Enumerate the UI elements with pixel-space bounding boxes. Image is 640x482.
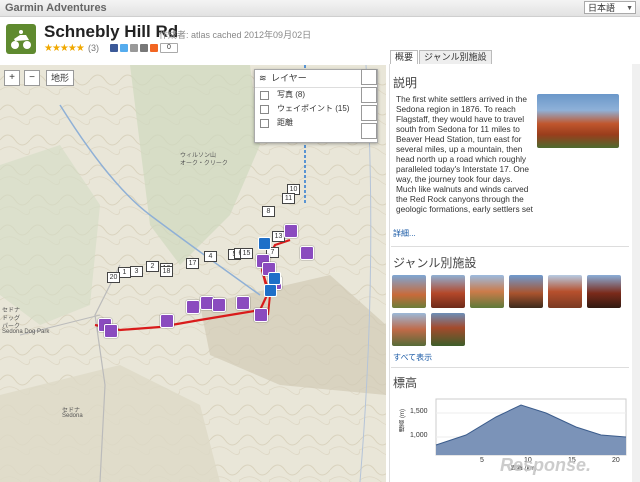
thumbnail[interactable]	[470, 275, 504, 308]
flag-marker-icon[interactable]	[300, 246, 314, 260]
add-icon[interactable]	[150, 44, 158, 52]
tab-bar: 概要 ジャンル別施設	[390, 50, 493, 64]
waypoint-marker[interactable]: 17	[186, 258, 199, 269]
map-side-tools	[361, 69, 377, 141]
rating-count: (3)	[88, 43, 99, 53]
zoom-in-button[interactable]: +	[4, 70, 20, 86]
divider	[391, 246, 629, 247]
y-tick: 1,500	[410, 408, 428, 415]
route-photo[interactable]	[537, 94, 619, 148]
email-icon[interactable]	[130, 44, 138, 52]
layer-label: 写真 (8)	[277, 90, 305, 99]
thumbnail[interactable]	[392, 275, 426, 308]
rating-stars[interactable]: ★★★★★	[44, 43, 85, 54]
share-bar: 0	[110, 43, 178, 53]
place-label: オーク・クリーク	[180, 161, 228, 167]
elevation-heading: 標高	[393, 376, 418, 390]
place-label: Sedona	[62, 413, 83, 419]
tab-genre-facilities[interactable]: ジャンル別施設	[419, 50, 492, 64]
thumbnail[interactable]	[431, 275, 465, 308]
layers-icon: ≋	[259, 73, 267, 83]
top-bar: Garmin Adventures 日本語 ▼	[0, 0, 640, 17]
fullscreen-icon[interactable]	[361, 123, 377, 139]
flag-marker-icon[interactable]	[254, 308, 268, 322]
flag-marker-icon[interactable]	[284, 224, 298, 238]
layers-toggle-icon[interactable]	[361, 69, 377, 85]
author-info: 作成者: atlas cached 2012年09月02日	[159, 30, 312, 40]
print-icon[interactable]	[140, 44, 148, 52]
waypoint-marker[interactable]: 3	[130, 266, 143, 277]
brand-name: Garmin Adventures	[5, 2, 107, 14]
twitter-icon[interactable]	[120, 44, 128, 52]
flag-marker-icon[interactable]	[236, 296, 250, 310]
thumbnail[interactable]	[392, 313, 426, 346]
x-tick: 5	[480, 457, 484, 464]
waypoint-marker[interactable]: 20	[107, 272, 120, 283]
description-text: The first white settlers arrived in the …	[396, 94, 533, 216]
waypoint-marker[interactable]: 18	[160, 266, 173, 277]
checkbox[interactable]	[260, 91, 269, 100]
flag-marker-icon[interactable]	[160, 314, 174, 328]
language-select[interactable]: 日本語 ▼	[584, 1, 636, 14]
watermark-logo: Response.	[500, 455, 592, 475]
camera-marker-icon[interactable]	[258, 237, 271, 250]
waypoint-marker[interactable]: 8	[262, 206, 275, 217]
atv-logo-icon	[6, 24, 36, 54]
language-label: 日本語	[588, 3, 616, 13]
more-link[interactable]: 詳細...	[393, 228, 416, 239]
y-tick: 1,000	[410, 432, 428, 439]
layers-panel: ≋ レイヤー 写真 (8) ウェイポイント (15) 距離	[254, 69, 378, 143]
thumbnail[interactable]	[587, 275, 621, 308]
share-count: 0	[160, 43, 178, 53]
flag-marker-icon[interactable]	[104, 324, 118, 338]
layers-header[interactable]: ≋ レイヤー	[255, 70, 377, 88]
x-tick: 20	[612, 457, 620, 464]
map-mode-icon[interactable]	[361, 105, 377, 121]
layer-photos[interactable]: 写真 (8)	[255, 88, 377, 102]
divider	[391, 367, 629, 368]
checkbox[interactable]	[260, 105, 269, 114]
place-label: Sedona Dog Park	[2, 329, 50, 335]
camera-marker-icon[interactable]	[264, 284, 277, 297]
zoom-out-button[interactable]: −	[24, 70, 40, 86]
thumbnail[interactable]	[548, 275, 582, 308]
map-type-icon[interactable]	[361, 87, 377, 103]
genre-heading: ジャンル別施設	[393, 256, 477, 270]
y-axis-label: 標高 (m)	[400, 409, 406, 432]
route-map[interactable]: + − 地形 ≋ レイヤー 写真 (8) ウェイポイント (15) 距離 123…	[0, 65, 386, 482]
flag-marker-icon[interactable]	[186, 300, 200, 314]
scrollbar[interactable]	[632, 64, 640, 482]
flag-marker-icon[interactable]	[212, 298, 226, 312]
checkbox[interactable]	[260, 119, 269, 128]
thumbnail[interactable]	[431, 313, 465, 346]
layers-title: レイヤー	[271, 73, 307, 83]
description-heading: 説明	[393, 76, 418, 90]
waypoint-marker[interactable]: 11	[282, 193, 295, 204]
waypoint-marker[interactable]: 2	[146, 261, 159, 272]
chevron-down-icon: ▼	[626, 5, 633, 12]
waypoint-marker[interactable]: 4	[204, 251, 217, 262]
show-all-link[interactable]: すべて表示	[393, 352, 432, 363]
layer-distance[interactable]: 距離	[255, 116, 377, 130]
facebook-icon[interactable]	[110, 44, 118, 52]
layer-waypoints[interactable]: ウェイポイント (15)	[255, 102, 377, 116]
tab-overview[interactable]: 概要	[390, 50, 419, 64]
terrain-button[interactable]: 地形	[46, 70, 74, 86]
layer-label: ウェイポイント (15)	[277, 104, 350, 113]
waypoint-marker[interactable]: 15	[240, 248, 253, 259]
thumbnail[interactable]	[509, 275, 543, 308]
layer-label: 距離	[277, 118, 293, 127]
